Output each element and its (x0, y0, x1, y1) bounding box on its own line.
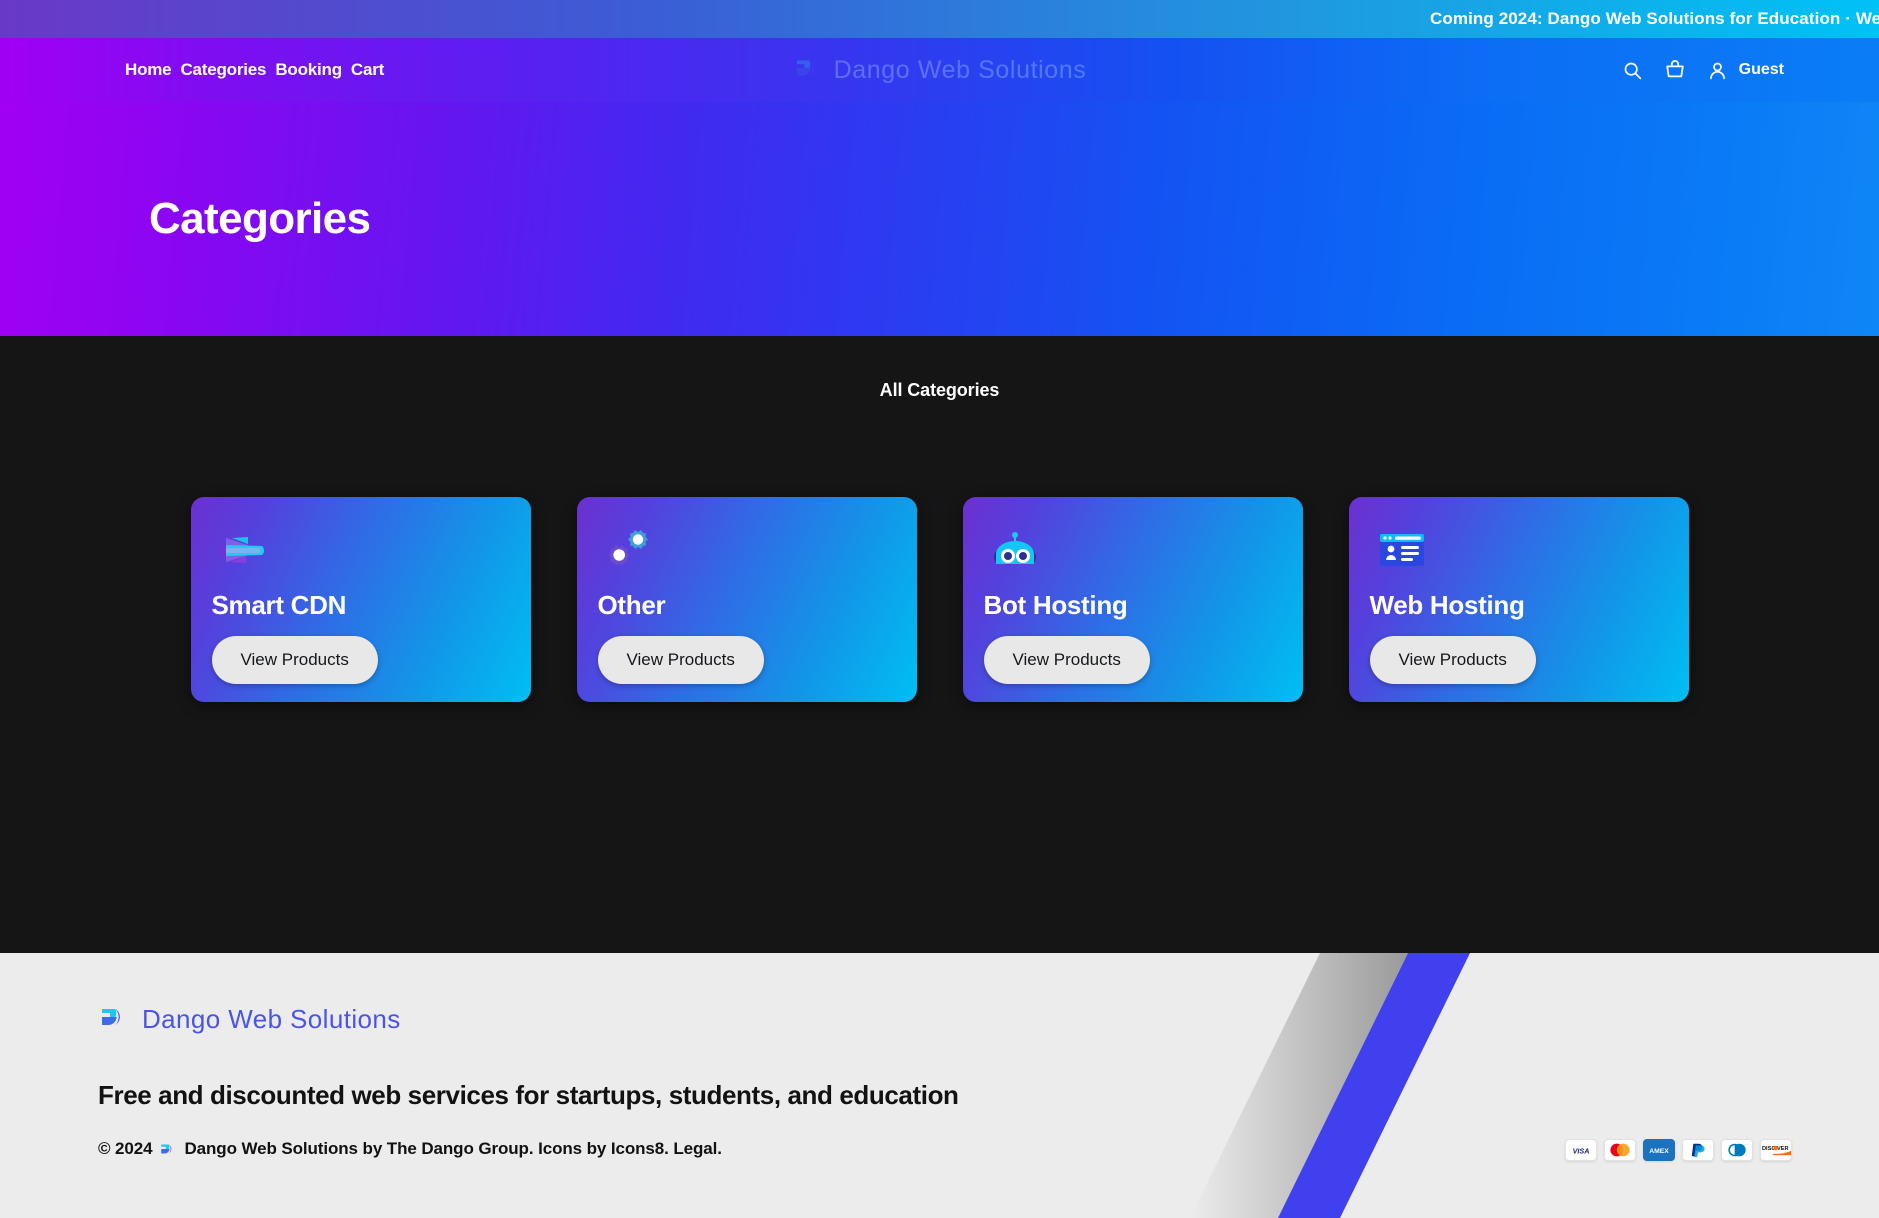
account-label[interactable]: Guest (1739, 61, 1784, 79)
category-card-bot-hosting[interactable]: Bot Hosting View Products (962, 497, 1303, 702)
footer-content: Dango Web Solutions Free and discounted … (0, 953, 1879, 1159)
robot-icon (984, 526, 1054, 573)
nav-item-categories[interactable]: Categories (180, 60, 266, 80)
nav-item-booking[interactable]: Booking (275, 60, 342, 80)
svg-text:VISA: VISA (1573, 1146, 1590, 1155)
section-title: All Categories (879, 380, 1000, 400)
payment-methods: VISA AMEX DISC VER (1565, 1139, 1792, 1161)
announcement-bar: Coming 2024: Dango Web Solutions for Edu… (0, 0, 1879, 38)
browser-profile-icon (1370, 526, 1440, 573)
main-content: All Categories Smart CDN View Products O… (0, 336, 1879, 953)
visa-icon: VISA (1565, 1139, 1597, 1161)
search-icon[interactable] (1622, 60, 1643, 81)
card-title: Smart CDN (211, 590, 347, 620)
header-actions: Guest (1622, 59, 1784, 81)
user-icon[interactable] (1707, 60, 1728, 81)
diners-club-icon (1721, 1139, 1753, 1161)
card-title: Other (597, 590, 666, 620)
announcement-text: Coming 2024: Dango Web Solutions for Edu… (1430, 9, 1879, 28)
primary-nav: Home Categories Booking Cart (125, 60, 384, 80)
site-header: Home Categories Booking Cart Dango Web S… (0, 38, 1879, 102)
dango-logo-icon (793, 53, 823, 88)
dango-logo-icon (159, 1140, 177, 1158)
dango-logo-icon (98, 1001, 130, 1038)
hero-banner: Categories (0, 102, 1879, 336)
category-card-web-hosting[interactable]: Web Hosting View Products (1348, 497, 1689, 702)
nav-item-cart[interactable]: Cart (351, 60, 384, 80)
gears-icon (598, 526, 668, 573)
page-title: Categories (149, 194, 371, 243)
site-footer: Dango Web Solutions Free and discounted … (0, 953, 1879, 1218)
card-title: Web Hosting (1369, 590, 1525, 620)
view-products-button[interactable]: View Products (211, 636, 378, 684)
mastercard-icon (1604, 1139, 1636, 1161)
paypal-icon (1682, 1139, 1714, 1161)
footer-brand[interactable]: Dango Web Solutions (98, 1001, 1879, 1038)
amex-icon: AMEX (1643, 1139, 1675, 1161)
copyright-year: © 2024 (98, 1139, 153, 1158)
rocket-icon (212, 526, 282, 573)
discover-icon: DISC VER (1760, 1139, 1792, 1161)
nav-item-home[interactable]: Home (125, 60, 172, 80)
copyright-text[interactable]: Dango Web Solutions by The Dango Group. … (184, 1139, 722, 1159)
view-products-button[interactable]: View Products (597, 636, 764, 684)
view-products-button[interactable]: View Products (1369, 636, 1536, 684)
card-title: Bot Hosting (983, 590, 1128, 620)
view-products-button[interactable]: View Products (983, 636, 1150, 684)
header-brand-text: Dango Web Solutions (833, 55, 1087, 84)
footer-tagline: Free and discounted web services for sta… (98, 1080, 959, 1110)
header-brand[interactable]: Dango Web Solutions (793, 53, 1087, 88)
category-card-other[interactable]: Other View Products (576, 497, 917, 702)
category-card-smart-cdn[interactable]: Smart CDN View Products (190, 497, 531, 702)
cart-icon[interactable] (1664, 59, 1686, 81)
footer-brand-text: Dango Web Solutions (142, 1004, 401, 1034)
svg-text:AMEX: AMEX (1649, 1148, 1669, 1155)
category-card-grid: Smart CDN View Products Other View Produ… (0, 497, 1879, 702)
